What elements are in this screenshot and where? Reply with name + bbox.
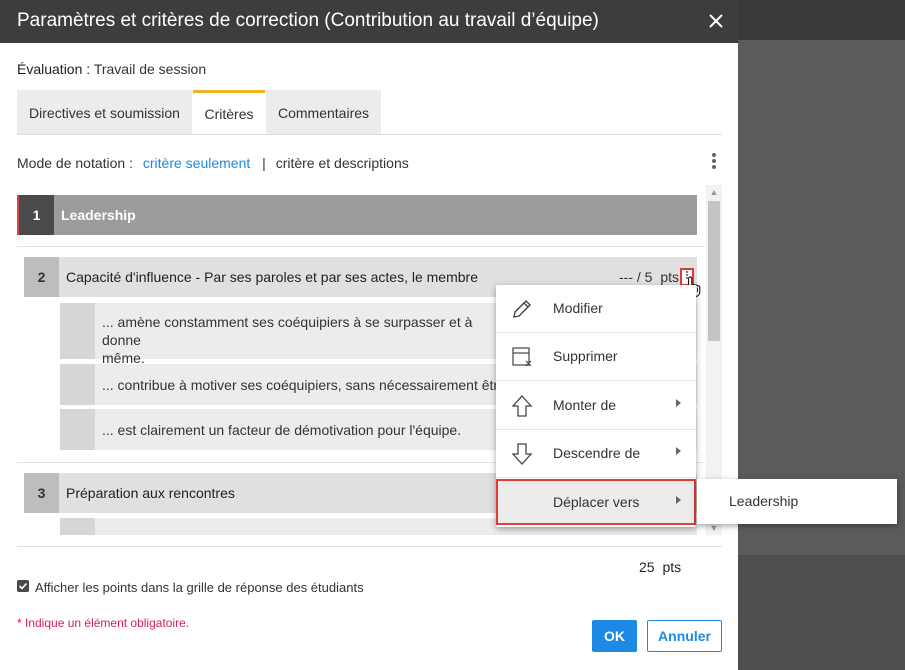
submenu-arrow-icon <box>676 399 681 407</box>
close-icon[interactable] <box>705 10 727 32</box>
menu-item-label: Monter de <box>553 397 617 413</box>
total-unit: pts <box>662 559 682 575</box>
dialog-titlebar: Paramètres et critères de correction (Co… <box>0 0 738 43</box>
arrow-down-icon <box>510 442 534 466</box>
evaluation-info: Évaluation : Travail de session <box>17 61 206 77</box>
checkmark-icon <box>18 582 28 590</box>
points-unit: pts <box>660 269 680 285</box>
menu-item-supprimer[interactable]: Supprimer <box>496 333 696 381</box>
criterion-name: Capacité d'influence - Par ses paroles e… <box>66 269 478 285</box>
context-menu: Modifier Supprimer Monter de Descendre d… <box>496 285 696 527</box>
descriptor-text: ... contribue à motiver ses coéquipiers,… <box>102 377 513 393</box>
evaluation-value: Travail de session <box>93 61 207 77</box>
score-slash: / <box>636 269 641 285</box>
scroll-up-icon[interactable]: ▲ <box>706 185 722 199</box>
menu-item-descendre[interactable]: Descendre de <box>496 430 696 478</box>
menu-item-label: Descendre de <box>553 445 641 461</box>
tab-commentaires[interactable]: Commentaires <box>266 90 381 134</box>
notation-option-descriptions[interactable]: critère et descriptions <box>276 155 409 171</box>
submenu-arrow-icon <box>676 447 681 455</box>
criterion-number: 1 <box>19 195 54 235</box>
arrow-up-icon <box>510 394 534 418</box>
drag-handle[interactable] <box>60 518 95 535</box>
descriptor-line-1: ... amène constamment ses coéquipiers à … <box>102 314 473 348</box>
show-points-label[interactable]: Afficher les points dans la grille de ré… <box>35 580 364 595</box>
criterion-name: Préparation aux rencontres <box>66 485 235 501</box>
menu-item-label: Supprimer <box>553 348 618 364</box>
menu-item-deplacer[interactable]: Déplacer vers <box>496 479 696 525</box>
background-panel <box>738 555 905 670</box>
evaluation-label: Évaluation : <box>17 61 91 77</box>
notation-mode: Mode de notation : critère seulement | c… <box>17 155 409 171</box>
submenu-move-to[interactable]: Leadership <box>697 479 897 524</box>
tab-directives[interactable]: Directives et soumission <box>17 90 192 134</box>
ok-button[interactable]: OK <box>592 620 637 652</box>
more-options-icon[interactable] <box>704 151 724 171</box>
criterion-max-points: 5 <box>644 269 653 285</box>
cancel-button[interactable]: Annuler <box>647 620 722 652</box>
drag-handle[interactable] <box>60 303 95 359</box>
descriptor-text: ... est clairement un facteur de démotiv… <box>102 422 462 438</box>
tab-criteres[interactable]: Critères <box>193 90 265 134</box>
criterion-number: 3 <box>24 473 59 513</box>
submenu-arrow-icon <box>676 496 681 504</box>
tab-bar: Directives et soumission Critères Commen… <box>17 90 722 135</box>
menu-item-label: Déplacer vers <box>553 494 640 510</box>
notation-separator: | <box>262 155 266 171</box>
total-points: 25 pts <box>639 559 681 575</box>
notation-option-selected[interactable]: critère seulement <box>143 155 250 171</box>
criterion-name: Leadership <box>61 207 136 223</box>
pencil-icon <box>510 297 534 321</box>
menu-item-monter[interactable]: Monter de <box>496 382 696 430</box>
required-note: * Indique un élément obligatoire. <box>17 616 190 630</box>
criterion-row-1[interactable]: 1 Leadership <box>19 195 697 235</box>
criterion-score: --- <box>619 269 633 285</box>
drag-handle[interactable] <box>60 364 95 405</box>
dialog-title: Paramètres et critères de correction (Co… <box>17 10 599 31</box>
descriptor-text: ... amène constamment ses coéquipiers à … <box>102 313 502 367</box>
show-points-checkbox[interactable] <box>17 580 29 592</box>
drag-handle[interactable] <box>60 409 95 450</box>
menu-item-label: Modifier <box>553 300 603 316</box>
submenu-item-leadership[interactable]: Leadership <box>729 479 798 524</box>
criterion-number: 2 <box>24 257 59 297</box>
divider <box>17 546 722 547</box>
delete-icon <box>510 345 534 369</box>
menu-item-modifier[interactable]: Modifier <box>496 285 696 333</box>
total-value: 25 <box>639 559 655 575</box>
scroll-thumb[interactable] <box>708 201 720 341</box>
background-header <box>738 0 905 40</box>
notation-label: Mode de notation : <box>17 155 133 171</box>
divider <box>17 246 705 247</box>
